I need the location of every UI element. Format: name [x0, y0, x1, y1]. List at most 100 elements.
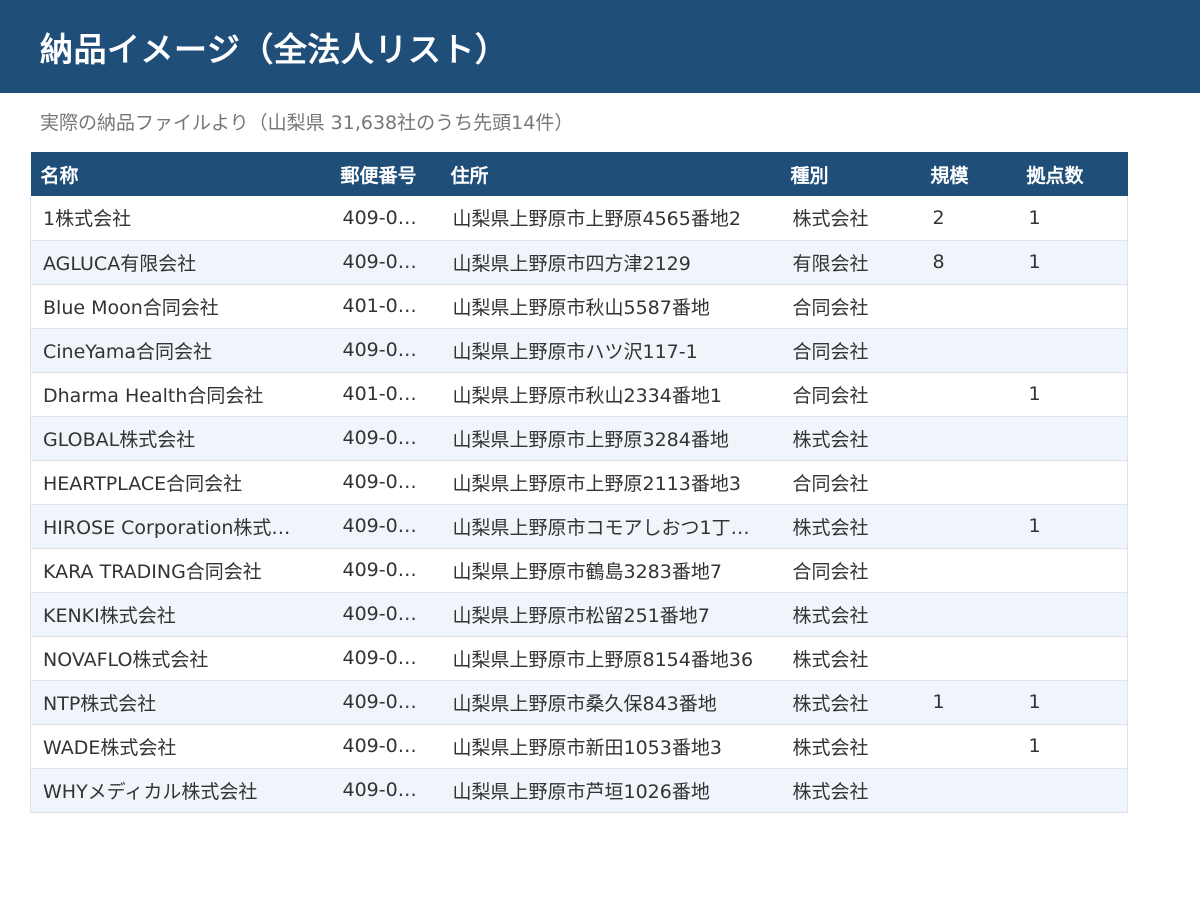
cell-name: WHYメディカル株式会社: [30, 768, 331, 813]
column-header-name: 名称: [30, 152, 331, 196]
cell-name: HIROSE Corporation株式…: [30, 504, 331, 549]
table-header: 名称 郵便番号 住所 種別 規模 拠点数: [30, 152, 1128, 196]
cell-postal-code: 409-0…: [330, 724, 441, 769]
table-row: AGLUCA有限会社 409-0… 山梨県上野原市四方津2129 有限会社 8 1: [30, 240, 1128, 285]
cell-scale: [920, 592, 1017, 637]
table-body: 1株式会社 409-0… 山梨県上野原市上野原4565番地2 株式会社 2 1 AGLUCA…: [30, 196, 1128, 813]
cell-name: AGLUCA有限会社: [30, 240, 331, 285]
cell-address: 山梨県上野原市ハツ沢117-1: [440, 328, 781, 373]
cell-address: 山梨県上野原市秋山2334番地1: [440, 372, 781, 417]
cell-postal-code: 409-0…: [330, 240, 441, 285]
cell-type: 合同会社: [780, 328, 921, 373]
cell-address: 山梨県上野原市上野原3284番地: [440, 416, 781, 461]
cell-name: CineYama合同会社: [30, 328, 331, 373]
cell-site-count: [1016, 548, 1128, 593]
cell-type: 有限会社: [780, 240, 921, 285]
table-row: NOVAFLO株式会社 409-0… 山梨県上野原市上野原8154番地36 株式会社: [30, 636, 1128, 681]
cell-scale: [920, 284, 1017, 329]
cell-type: 株式会社: [780, 680, 921, 725]
column-header-type: 種別: [780, 152, 921, 196]
cell-scale: [920, 636, 1017, 681]
page-title: 納品イメージ（全法人リスト）: [40, 29, 509, 69]
cell-type: 株式会社: [780, 504, 921, 549]
cell-postal-code: 409-0…: [330, 592, 441, 637]
cell-postal-code: 401-0…: [330, 372, 441, 417]
cell-type: 合同会社: [780, 284, 921, 329]
cell-address: 山梨県上野原市コモアしおつ1丁…: [440, 504, 781, 549]
cell-scale: [920, 460, 1017, 505]
table-row: Blue Moon合同会社 401-0… 山梨県上野原市秋山5587番地 合同会社: [30, 284, 1128, 329]
cell-address: 山梨県上野原市四方津2129: [440, 240, 781, 285]
cell-address: 山梨県上野原市鶴島3283番地7: [440, 548, 781, 593]
column-header-postal-code: 郵便番号: [330, 152, 441, 196]
cell-type: 合同会社: [780, 372, 921, 417]
corporation-table: 名称 郵便番号 住所 種別 規模 拠点数 1株式会社 409-0… 山梨県上野原市上…: [30, 152, 1128, 813]
cell-postal-code: 409-0…: [330, 196, 441, 241]
cell-postal-code: 409-0…: [330, 680, 441, 725]
table-row: WADE株式会社 409-0… 山梨県上野原市新田1053番地3 株式会社 1: [30, 724, 1128, 769]
cell-name: HEARTPLACE合同会社: [30, 460, 331, 505]
cell-address: 山梨県上野原市新田1053番地3: [440, 724, 781, 769]
cell-site-count: [1016, 416, 1128, 461]
cell-name: GLOBAL株式会社: [30, 416, 331, 461]
cell-type: 株式会社: [780, 768, 921, 813]
cell-name: 1株式会社: [30, 196, 331, 241]
table-row: 1株式会社 409-0… 山梨県上野原市上野原4565番地2 株式会社 2 1: [30, 196, 1128, 241]
cell-postal-code: 409-0…: [330, 548, 441, 593]
cell-scale: 2: [920, 196, 1017, 241]
cell-address: 山梨県上野原市桑久保843番地: [440, 680, 781, 725]
table-header-row: 名称 郵便番号 住所 種別 規模 拠点数: [30, 152, 1128, 196]
page-subtitle: 実際の納品ファイルより（山梨県 31,638社のうち先頭14件）: [40, 112, 574, 134]
cell-address: 山梨県上野原市芦垣1026番地: [440, 768, 781, 813]
column-header-scale: 規模: [920, 152, 1017, 196]
cell-site-count: [1016, 636, 1128, 681]
cell-address: 山梨県上野原市上野原8154番地36: [440, 636, 781, 681]
cell-name: Dharma Health合同会社: [30, 372, 331, 417]
cell-scale: [920, 416, 1017, 461]
cell-type: 合同会社: [780, 460, 921, 505]
header-band: 納品イメージ（全法人リスト）: [0, 0, 1200, 93]
cell-postal-code: 409-0…: [330, 768, 441, 813]
cell-postal-code: 401-0…: [330, 284, 441, 329]
table-row: NTP株式会社 409-0… 山梨県上野原市桑久保843番地 株式会社 1 1: [30, 680, 1128, 725]
cell-type: 株式会社: [780, 196, 921, 241]
cell-name: NOVAFLO株式会社: [30, 636, 331, 681]
table-row: HEARTPLACE合同会社 409-0… 山梨県上野原市上野原2113番地3 合同会…: [30, 460, 1128, 505]
cell-scale: 8: [920, 240, 1017, 285]
cell-type: 株式会社: [780, 636, 921, 681]
cell-site-count: 1: [1016, 372, 1128, 417]
cell-type: 株式会社: [780, 724, 921, 769]
cell-address: 山梨県上野原市松留251番地7: [440, 592, 781, 637]
cell-type: 合同会社: [780, 548, 921, 593]
cell-site-count: [1016, 768, 1128, 813]
cell-scale: [920, 724, 1017, 769]
cell-address: 山梨県上野原市秋山5587番地: [440, 284, 781, 329]
cell-scale: [920, 504, 1017, 549]
cell-site-count: [1016, 328, 1128, 373]
table-row: Dharma Health合同会社 401-0… 山梨県上野原市秋山2334番地1 合…: [30, 372, 1128, 417]
cell-name: KARA TRADING合同会社: [30, 548, 331, 593]
column-header-site-count: 拠点数: [1016, 152, 1128, 196]
column-header-address: 住所: [440, 152, 781, 196]
cell-site-count: 1: [1016, 196, 1128, 241]
table-row: KARA TRADING合同会社 409-0… 山梨県上野原市鶴島3283番地7 合同…: [30, 548, 1128, 593]
cell-scale: [920, 548, 1017, 593]
cell-postal-code: 409-0…: [330, 636, 441, 681]
cell-type: 株式会社: [780, 416, 921, 461]
cell-type: 株式会社: [780, 592, 921, 637]
cell-site-count: [1016, 460, 1128, 505]
cell-postal-code: 409-0…: [330, 460, 441, 505]
cell-site-count: [1016, 284, 1128, 329]
cell-scale: [920, 372, 1017, 417]
table-row: GLOBAL株式会社 409-0… 山梨県上野原市上野原3284番地 株式会社: [30, 416, 1128, 461]
cell-name: NTP株式会社: [30, 680, 331, 725]
cell-postal-code: 409-0…: [330, 504, 441, 549]
cell-site-count: 1: [1016, 240, 1128, 285]
cell-name: Blue Moon合同会社: [30, 284, 331, 329]
table-row: CineYama合同会社 409-0… 山梨県上野原市ハツ沢117-1 合同会社: [30, 328, 1128, 373]
corporation-table-container: 名称 郵便番号 住所 種別 規模 拠点数 1株式会社 409-0… 山梨県上野原市上…: [30, 152, 1128, 813]
cell-scale: 1: [920, 680, 1017, 725]
cell-site-count: 1: [1016, 724, 1128, 769]
cell-name: WADE株式会社: [30, 724, 331, 769]
cell-address: 山梨県上野原市上野原4565番地2: [440, 196, 781, 241]
